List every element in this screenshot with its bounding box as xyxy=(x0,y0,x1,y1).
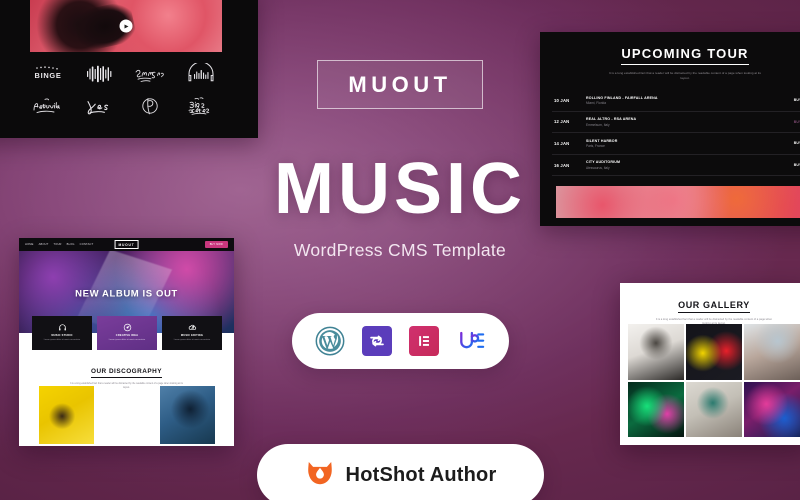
mockup-logo: MUOUT xyxy=(114,240,139,249)
feature-card-desc: Lorem ipsum dolor sit amet consectetur xyxy=(108,339,146,342)
smoke-flare-photo xyxy=(556,186,800,218)
headphones-icon xyxy=(58,323,67,332)
tour-date: 12 JAN xyxy=(554,119,570,125)
big-cheese-logo xyxy=(177,92,224,119)
hotshot-cat-flame-icon xyxy=(305,459,335,492)
gallery-image-neon-headphones-portrait[interactable] xyxy=(628,381,684,437)
panel-gallery-mockup: OUR GALLERY It is a long established fac… xyxy=(620,283,800,445)
summer-tour-logo xyxy=(126,60,173,87)
tour-info: REAL ALTRO - RSA ARENA Emmelsum, Italy xyxy=(580,117,794,127)
tour-row[interactable]: 10 JAN ROLLING FINLAND - FAIRFALL ARENA … xyxy=(552,90,800,112)
page-subtitle: WordPress CMS Template xyxy=(293,240,507,261)
mockup-hero-title: NEW ALBUM IS OUT xyxy=(75,288,178,300)
tour-header: UPCOMING TOUR It is a long established f… xyxy=(540,32,800,81)
brand-logo-box: MUOUT xyxy=(317,60,483,109)
feature-card-music-studio[interactable]: MUSIC STUDIO Lorem ipsum dolor sit amet … xyxy=(32,316,92,350)
tour-row[interactable]: 14 JAN SILENT HARBOR Paris, France BUY T… xyxy=(552,133,800,155)
tour-row[interactable]: 16 JAN CITY AUDITORIUM Atessaurus, Italy… xyxy=(552,155,800,177)
gallery-image-guitar-player-cap[interactable] xyxy=(686,381,742,437)
tour-city: Atessaurus, Italy xyxy=(586,165,610,170)
tour-date: 10 JAN xyxy=(554,97,570,103)
buy-ticket-link[interactable]: BUY TICKET xyxy=(794,141,800,145)
tour-row[interactable]: 12 JAN REAL ALTRO - RSA ARENA Emmelsum, … xyxy=(552,112,800,134)
mockup-navbar: HOME ABOUT TOUR BLOG CONTACT MUOUT BUY N… xyxy=(19,238,234,251)
nav-item-about[interactable]: ABOUT xyxy=(39,243,49,246)
gallery-header: OUR GALLERY It is a long established fac… xyxy=(620,283,800,327)
tour-venue: SILENT HARBOR xyxy=(586,138,618,143)
tour-info: SILENT HARBOR Paris, France xyxy=(580,139,794,149)
discography-title: OUR DISCOGRAPHY xyxy=(90,368,163,378)
gallery-image-crowd-concert[interactable] xyxy=(744,324,800,380)
tour-city: Paris, France xyxy=(586,144,605,149)
feature-card-title: MUSIC EDITING xyxy=(180,334,204,338)
nav-item-contact[interactable]: CONTACT xyxy=(80,243,94,246)
tour-description: It is a long established fact that a rea… xyxy=(609,70,761,80)
tour-date-list: 10 JAN ROLLING FINLAND - FAIRFALL ARENA … xyxy=(552,90,800,177)
svg-text:BINGE: BINGE xyxy=(34,71,61,80)
feature-card-title: CREATIVE IDEA xyxy=(115,334,139,338)
gallery-title: OUR GALLERY xyxy=(678,300,750,313)
buy-ticket-link[interactable]: BUY TICKET xyxy=(794,98,800,102)
gallery-image-portrait-striped-shirt[interactable] xyxy=(628,324,684,380)
gallery-grid xyxy=(628,324,800,437)
feature-card-desc: Lorem ipsum dolor sit amet consectetur xyxy=(173,339,211,342)
panel-upcoming-tour: UPCOMING TOUR It is a long established f… xyxy=(540,32,800,226)
smoke-video-thumbnail[interactable] xyxy=(30,0,222,52)
album-cover-blue-portrait[interactable] xyxy=(160,386,215,444)
author-name: HotShot Author xyxy=(345,463,497,486)
buy-ticket-link[interactable]: BUY TICKET xyxy=(794,163,800,167)
tour-venue: CITY AUDITORIUM xyxy=(586,160,621,165)
wpbakery-icon[interactable] xyxy=(362,326,392,356)
album-grid xyxy=(39,386,215,444)
waveform-logo xyxy=(75,60,122,87)
play-icon[interactable] xyxy=(119,19,133,33)
gallery-image-be-dop-poster[interactable] xyxy=(686,324,742,380)
tour-date: 16 JAN xyxy=(554,162,570,168)
elementor-icon[interactable] xyxy=(409,326,439,356)
nav-item-home[interactable]: HOME xyxy=(25,243,34,246)
tour-city: Miami, Florida xyxy=(586,101,607,106)
author-badge[interactable]: HotShot Author xyxy=(257,444,544,500)
feature-card-music-editing[interactable]: MUSIC EDITING Lorem ipsum dolor sit amet… xyxy=(162,316,222,350)
festival-logo xyxy=(24,92,71,119)
headphone-wave-logo xyxy=(177,60,224,87)
gallery-image-neon-abstract-magenta[interactable] xyxy=(744,381,800,437)
hero-block: MUOUT MUSIC WordPress CMS Template xyxy=(250,60,550,261)
yes-logo xyxy=(75,92,122,119)
nav-item-blog[interactable]: BLOG xyxy=(67,243,75,246)
feature-card-creative-idea[interactable]: CREATIVE IDEA Lorem ipsum dolor sit amet… xyxy=(97,316,157,350)
feature-card-title: MUSIC STUDIO xyxy=(51,334,73,338)
feature-card-desc: Lorem ipsum dolor sit amet consectetur xyxy=(43,339,81,342)
mockup-feature-cards: MUSIC STUDIO Lorem ipsum dolor sit amet … xyxy=(32,316,222,350)
tour-venue: REAL ALTRO - RSA ARENA xyxy=(586,117,637,122)
album-cover-yellow[interactable] xyxy=(39,386,94,444)
brand-logo-grid: BINGE xyxy=(24,60,224,119)
tour-city: Emmelsum, Italy xyxy=(586,122,610,127)
binge-logo: BINGE xyxy=(24,60,71,87)
tech-badge-pill xyxy=(292,313,509,369)
monogram-logo xyxy=(126,92,173,119)
page-title: MUSIC xyxy=(274,149,526,229)
wordpress-icon[interactable] xyxy=(315,326,345,356)
album-cover-guitar-bw[interactable] xyxy=(100,386,155,444)
nav-item-tour[interactable]: TOUR xyxy=(54,243,62,246)
mockup-buy-now-button[interactable]: BUY NOW xyxy=(204,241,228,248)
disc-icon xyxy=(123,323,132,332)
uikit-icon[interactable] xyxy=(456,326,486,356)
cloud-music-icon xyxy=(188,323,197,332)
tour-info: ROLLING FINLAND - FAIRFALL ARENA Miami, … xyxy=(580,96,794,106)
buy-ticket-link[interactable]: BUY TICKET xyxy=(794,120,800,124)
panel-video-and-brands: BINGE xyxy=(0,0,258,138)
mockup-nav-menu: HOME ABOUT TOUR BLOG CONTACT xyxy=(25,243,93,246)
tour-date: 14 JAN xyxy=(554,140,570,146)
tour-info: CITY AUDITORIUM Atessaurus, Italy xyxy=(580,160,794,170)
tour-title: UPCOMING TOUR xyxy=(621,46,749,65)
panel-homepage-mockup: HOME ABOUT TOUR BLOG CONTACT MUOUT BUY N… xyxy=(19,238,234,446)
tour-venue: ROLLING FINLAND - FAIRFALL ARENA xyxy=(586,95,658,100)
brand-logo-text: MUOUT xyxy=(348,72,452,97)
poster-canvas: BINGE UPCOMING TOUR It is a long establi… xyxy=(0,0,800,500)
